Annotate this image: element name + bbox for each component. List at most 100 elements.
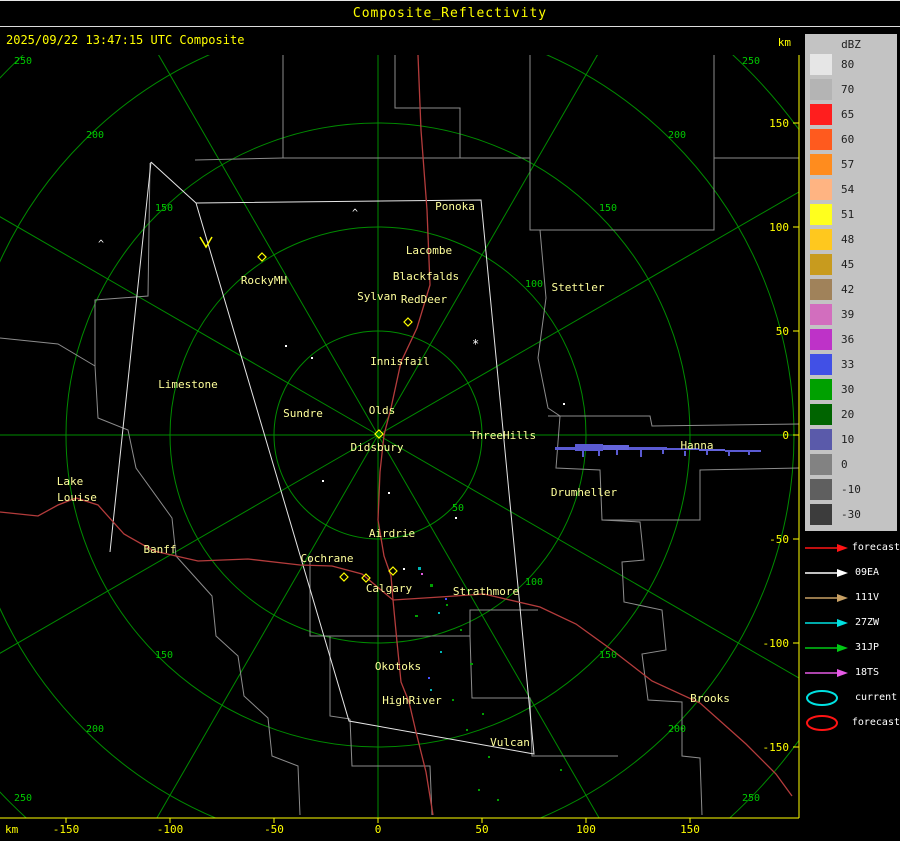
city-label: Drumheller [551, 486, 618, 499]
track-legend-label: 27ZW [855, 617, 880, 628]
city-label: Innisfail [370, 355, 430, 368]
right-axis-tick-label: -100 [763, 637, 790, 650]
city-label: Stettler [552, 281, 605, 294]
ellipse-shape [806, 714, 838, 731]
city-marker-diamond [339, 572, 349, 582]
axis-labels: -150 -100 -50 0 50 100 150 150 100 50 0 -50 -100 -150… [5, 36, 791, 836]
colorbar-row: 70 [805, 77, 897, 102]
colorbar-value: 30 [841, 383, 855, 396]
right-axis-tick-label: 150 [769, 117, 789, 130]
colorbar-swatch [810, 104, 832, 125]
colorbar-row: 10 [805, 427, 897, 452]
highway-line [0, 497, 394, 601]
city-label: Olds [369, 404, 396, 417]
echo-pixel [629, 447, 667, 450]
arrow-head [837, 543, 848, 552]
echo-pixel [470, 663, 473, 665]
town-dot [322, 480, 324, 482]
city-label: Ponoka [435, 200, 475, 213]
track-legend-row: forecast [800, 535, 900, 560]
colorbar-swatch [810, 454, 832, 475]
colorbar-swatch [810, 404, 832, 425]
town-dot [563, 403, 565, 405]
echo-pixel [748, 452, 750, 455]
ring-range-label: 250 [14, 793, 32, 804]
track-legend-row: 27ZW [800, 610, 900, 635]
city-label: Didsbury [351, 441, 404, 454]
ellipse-shape [806, 689, 838, 706]
colorbar-swatch [810, 379, 832, 400]
city-label: RockyMH [241, 274, 287, 287]
colorbar-swatch [810, 229, 832, 250]
track-legend-row: 31JP [800, 635, 900, 660]
colorbar-rows: 80 70 65 60 57 54 51 48 45 42 39 36 33 30 20 10 0 -10 -30 [805, 52, 897, 527]
boundary-line [282, 55, 531, 159]
echo-pixel [452, 699, 454, 701]
track-arrow-icon [805, 593, 848, 602]
echo-pixel [555, 447, 575, 450]
colorbar-value: 57 [841, 158, 855, 171]
colorbar-swatch [810, 479, 832, 500]
city-label: Blackfalds [393, 270, 459, 283]
echo-pixel [460, 629, 462, 631]
town-dots [285, 345, 565, 570]
echo-pixel [662, 450, 664, 454]
boundary-line [194, 157, 284, 161]
boundary-line [529, 157, 799, 231]
town-dot [388, 492, 390, 494]
ring-range-label: 150 [155, 203, 173, 214]
city-label: RedDeer [401, 293, 448, 306]
ring-range-label: 250 [742, 793, 760, 804]
colorbar-swatch [810, 54, 832, 75]
colorbar-row: 36 [805, 327, 897, 352]
radial-line [377, 191, 799, 436]
caret-marker: ^ [98, 239, 104, 250]
boundary-line [394, 55, 461, 158]
scan-area-outlines [109, 161, 535, 755]
city-marker-diamond [403, 317, 413, 327]
city-label: HighRiver [382, 694, 442, 707]
colorbar-swatch [810, 304, 832, 325]
echo-pixel [482, 713, 484, 715]
echo-pixel [445, 598, 447, 600]
echo-pixel [446, 604, 448, 606]
colorbar-row: 57 [805, 152, 897, 177]
echo-pixel [428, 677, 430, 679]
colorbar-value: 60 [841, 133, 855, 146]
echo-pixel [616, 450, 618, 455]
city-marker-diamond [257, 252, 267, 262]
ring-range-label: 50 [452, 503, 464, 514]
city-label: Brooks [690, 692, 730, 705]
echo-pixel [745, 450, 761, 452]
colorbar-row: 20 [805, 402, 897, 427]
colorbar-value: 10 [841, 433, 855, 446]
track-legend-label: 111V [855, 592, 880, 603]
colorbar-value: 65 [841, 108, 855, 121]
right-axis-unit: km [778, 36, 792, 49]
ring-range-label: 200 [668, 130, 686, 141]
track-legend-row: 111V [800, 585, 900, 610]
colorbar-swatch [810, 429, 832, 450]
colorbar-value: 39 [841, 308, 855, 321]
colorbar-value: 54 [841, 183, 855, 196]
axes [0, 55, 800, 823]
track-legend: forecast 09EA 111V 27ZW 31JP 18TS current forec… [800, 535, 900, 735]
highway-line [392, 593, 793, 797]
colorbar-value: 0 [841, 458, 848, 471]
ring-range-label: 150 [599, 203, 617, 214]
track-ellipse-icon [806, 714, 838, 731]
colorbar-row: 54 [805, 177, 897, 202]
bottom-axis-tick-label: -150 [53, 823, 80, 836]
right-axis-tick-label: 50 [776, 325, 789, 338]
caret-marker: ^ [352, 208, 358, 219]
boundary-line [330, 609, 538, 637]
range-ring [0, 55, 799, 818]
colorbar-swatch [810, 279, 832, 300]
city-labels: Ponoka Lacombe Blackfalds Sylvan RedDeer Stet… [57, 200, 730, 749]
ring-range-label: 250 [14, 56, 32, 67]
colorbar-value: -10 [841, 483, 861, 496]
ring-range-label: 150 [599, 650, 617, 661]
track-legend-label: forecast [851, 542, 900, 553]
track-arrow-icon [805, 568, 848, 577]
echo-pixel [440, 651, 442, 653]
